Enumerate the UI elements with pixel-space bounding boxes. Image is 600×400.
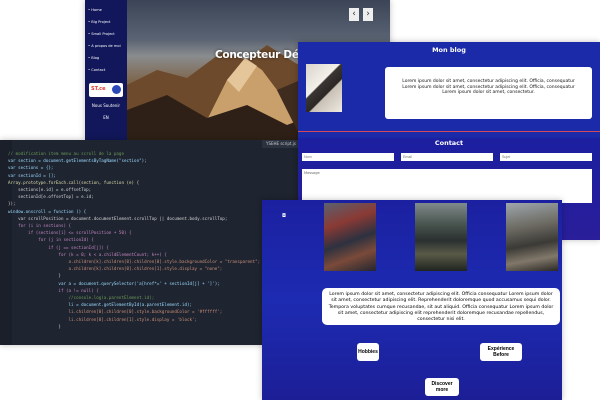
nav-item-small-project[interactable]: Small Project	[88, 28, 127, 40]
blog-card: Lorem ipsum dolor sit amet, consectetur …	[385, 67, 592, 119]
hobbies-button[interactable]: Hobbies	[357, 343, 379, 361]
code-line: sections[e.id] = e.offsetTop;	[8, 187, 92, 193]
sidebar: Home Big Project Small Project A propos …	[85, 0, 127, 140]
code-line: if (j == sectionId[j]) {	[8, 244, 109, 250]
code-line: a.children[k].children[0].children[1].st…	[8, 266, 223, 272]
contact-heading: Contact	[434, 139, 464, 147]
nav-item-contact[interactable]: Contact	[88, 64, 127, 76]
code-line: sectionId[e.offsetTop] = e.id;	[8, 194, 94, 200]
support-link[interactable]: Nous Soutenir	[85, 103, 127, 108]
language-link[interactable]: EN	[85, 115, 127, 120]
code-line: var sectionId = [];	[8, 172, 56, 178]
code-line: var section = document.getElementsByTagN…	[8, 158, 147, 164]
subject-field[interactable]	[500, 153, 592, 161]
carousel-next-button[interactable]: ›	[363, 8, 373, 21]
message-field[interactable]: Message	[302, 169, 592, 203]
logo-text: ST.ce	[91, 86, 106, 92]
small-square-icon: ◘	[282, 213, 286, 219]
blog-photo	[306, 64, 342, 112]
code-line: var scrollPosition = document.documentEl…	[8, 215, 228, 221]
gallery-image	[324, 203, 376, 271]
code-line: a.children[k].children[0].children[0].st…	[8, 259, 261, 265]
code-line: }	[8, 323, 61, 329]
about-text: Lorem ipsum dolor sit amet, consectetur …	[328, 292, 554, 323]
nav-item-home[interactable]: Home	[88, 4, 127, 16]
carousel-prev-button[interactable]: ‹	[349, 8, 359, 21]
code-line: // modification item menu au scroll de l…	[8, 151, 124, 156]
code-line: for (i in sections) {	[8, 223, 72, 229]
blog-heading: Mon blog	[432, 46, 466, 54]
editor-tab-label: YSEHE script.js	[266, 141, 296, 146]
brand-logo[interactable]: ST.ce	[89, 83, 123, 97]
code-line: var sections = {};	[8, 165, 54, 171]
about-screenshot: ◘ Lorem ipsum dolor sit amet, consectetu…	[262, 200, 562, 400]
email-field[interactable]	[401, 153, 493, 161]
code-line: if (a != null) {	[8, 287, 99, 293]
code-line: }	[8, 273, 61, 279]
code-line: for (j in sectionId) {	[8, 237, 94, 243]
code-line: window.onscroll = function () {	[8, 208, 87, 214]
gallery-image	[415, 203, 467, 271]
nav-item-about[interactable]: A propos de moi	[88, 40, 127, 52]
code-line: if (sections[i] <= scrollPosition + 50) …	[8, 230, 132, 236]
code-line: //console.log(a.parentElement.id);	[8, 295, 155, 301]
section-divider	[298, 131, 600, 132]
experience-button[interactable]: Expérience Before	[480, 343, 522, 361]
nav-item-big-project[interactable]: Big Project	[88, 16, 127, 28]
code-line: li = document.getElementById(a.parentEle…	[8, 302, 193, 308]
code-line: li.children[0].children[1].style.display…	[8, 316, 198, 322]
code-line: li.children[0].children[0].style.backgro…	[8, 309, 223, 315]
about-card: Lorem ipsum dolor sit amet, consectetur …	[322, 288, 560, 325]
logo-circle-icon	[112, 85, 121, 94]
sidebar-nav: Home Big Project Small Project A propos …	[85, 0, 127, 76]
discover-more-button[interactable]: Discover more	[425, 378, 459, 396]
nav-item-blog[interactable]: Blog	[88, 52, 127, 64]
code-line: for (k = 0; k < a.childElementCount; k++…	[8, 251, 167, 257]
code-line: });	[8, 201, 16, 207]
blog-text: Lorem ipsum dolor sit amet, consectetur …	[402, 79, 575, 95]
code-line: var a = document.querySelector('a[href*=…	[8, 280, 220, 286]
code-line: Array.prototype.forEach.call(section, fu…	[8, 179, 140, 185]
gallery-image	[506, 203, 558, 271]
name-field[interactable]	[302, 153, 394, 161]
code-block[interactable]: // modification item menu au scroll de l…	[8, 150, 260, 330]
